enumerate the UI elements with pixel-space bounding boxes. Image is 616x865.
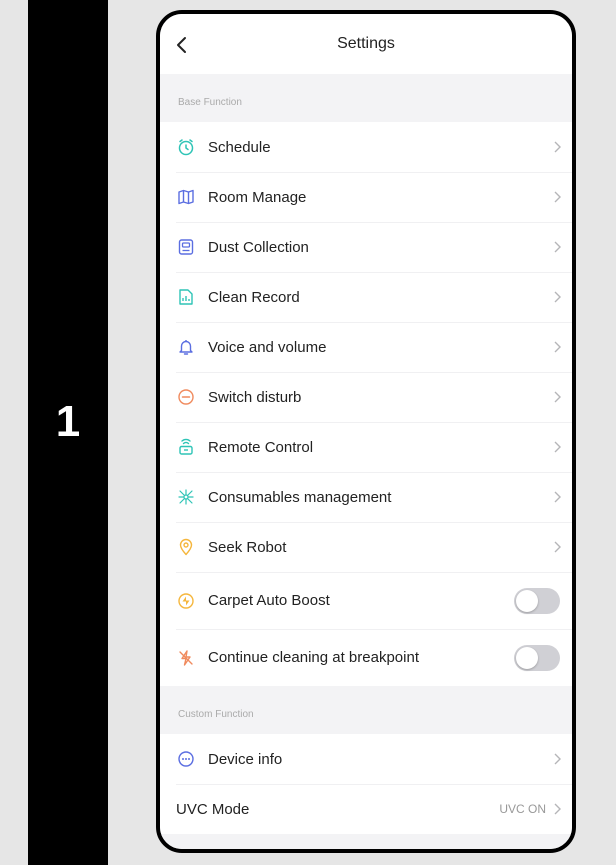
settings-item-label: Switch disturb (208, 388, 302, 406)
custom-function-list: Device info UVC Mode UVC ON (160, 734, 572, 834)
settings-item-room-manage[interactable]: Room Manage (160, 172, 572, 222)
settings-item-label: Seek Robot (208, 538, 287, 556)
minus-circle-icon (176, 387, 196, 407)
page-title: Settings (337, 35, 395, 52)
chevron-right-icon (554, 391, 561, 403)
settings-item-label: UVC Mode (176, 800, 250, 818)
map-icon (176, 187, 196, 207)
settings-item-label: Voice and volume (208, 338, 327, 356)
settings-item-voice-volume[interactable]: Voice and volume (160, 322, 572, 372)
phone-frame: Settings Base Function Schedule Room Man… (156, 10, 576, 853)
back-arrow-icon[interactable] (174, 36, 190, 54)
record-icon (176, 287, 196, 307)
settings-item-schedule[interactable]: Schedule (160, 122, 572, 172)
location-pin-icon (176, 537, 196, 557)
chevron-right-icon (554, 241, 561, 253)
settings-item-carpet-boost: Carpet Auto Boost (160, 572, 572, 629)
breakpoint-toggle[interactable] (514, 644, 560, 671)
toggle-knob (516, 646, 538, 669)
settings-item-dust-collection[interactable]: Dust Collection (160, 222, 572, 272)
boost-icon (176, 591, 196, 611)
settings-item-device-info[interactable]: Device info (160, 734, 572, 784)
settings-item-label: Remote Control (208, 438, 314, 456)
settings-item-consumables[interactable]: Consumables management (160, 472, 572, 522)
breakpoint-icon (176, 648, 196, 668)
settings-item-label: Carpet Auto Boost (208, 592, 330, 609)
header: Settings (160, 14, 572, 74)
toggle-knob (516, 589, 538, 612)
chevron-right-icon (554, 141, 561, 153)
bell-icon (176, 337, 196, 357)
info-dots-icon (176, 749, 196, 769)
chevron-right-icon (554, 191, 561, 203)
chevron-right-icon (554, 291, 561, 303)
settings-item-label: Clean Record (208, 288, 300, 306)
base-function-list: Schedule Room Manage Dust Collection Cle… (160, 122, 572, 686)
step-indicator: 1 (28, 0, 108, 865)
consumables-icon (176, 487, 196, 507)
settings-item-label: Continue cleaning at breakpoint (208, 649, 419, 666)
settings-item-breakpoint: Continue cleaning at breakpoint (160, 629, 572, 686)
settings-item-uvc-mode[interactable]: UVC Mode UVC ON (160, 784, 572, 834)
dust-bin-icon (176, 237, 196, 257)
settings-item-seek-robot[interactable]: Seek Robot (160, 522, 572, 572)
settings-item-label: Device info (208, 750, 283, 768)
chevron-right-icon (554, 441, 561, 453)
settings-item-label: Consumables management (208, 488, 392, 506)
chevron-right-icon (554, 541, 561, 553)
remote-icon (176, 437, 196, 457)
settings-item-label: Dust Collection (208, 238, 309, 256)
section-label-custom: Custom Function (160, 686, 572, 734)
section-label-base: Base Function (160, 74, 572, 122)
bottom-spacer (160, 834, 572, 849)
chevron-right-icon (554, 803, 561, 815)
settings-item-clean-record[interactable]: Clean Record (160, 272, 572, 322)
chevron-right-icon (554, 491, 561, 503)
uvc-mode-value: UVC ON (499, 802, 546, 816)
settings-item-label: Room Manage (208, 188, 307, 206)
clock-icon (176, 137, 196, 157)
settings-item-label: Schedule (208, 138, 271, 156)
settings-item-remote-control[interactable]: Remote Control (160, 422, 572, 472)
chevron-right-icon (554, 341, 561, 353)
step-number: 1 (55, 396, 81, 446)
carpet-boost-toggle[interactable] (514, 587, 560, 614)
chevron-right-icon (554, 753, 561, 765)
settings-item-switch-disturb[interactable]: Switch disturb (160, 372, 572, 422)
